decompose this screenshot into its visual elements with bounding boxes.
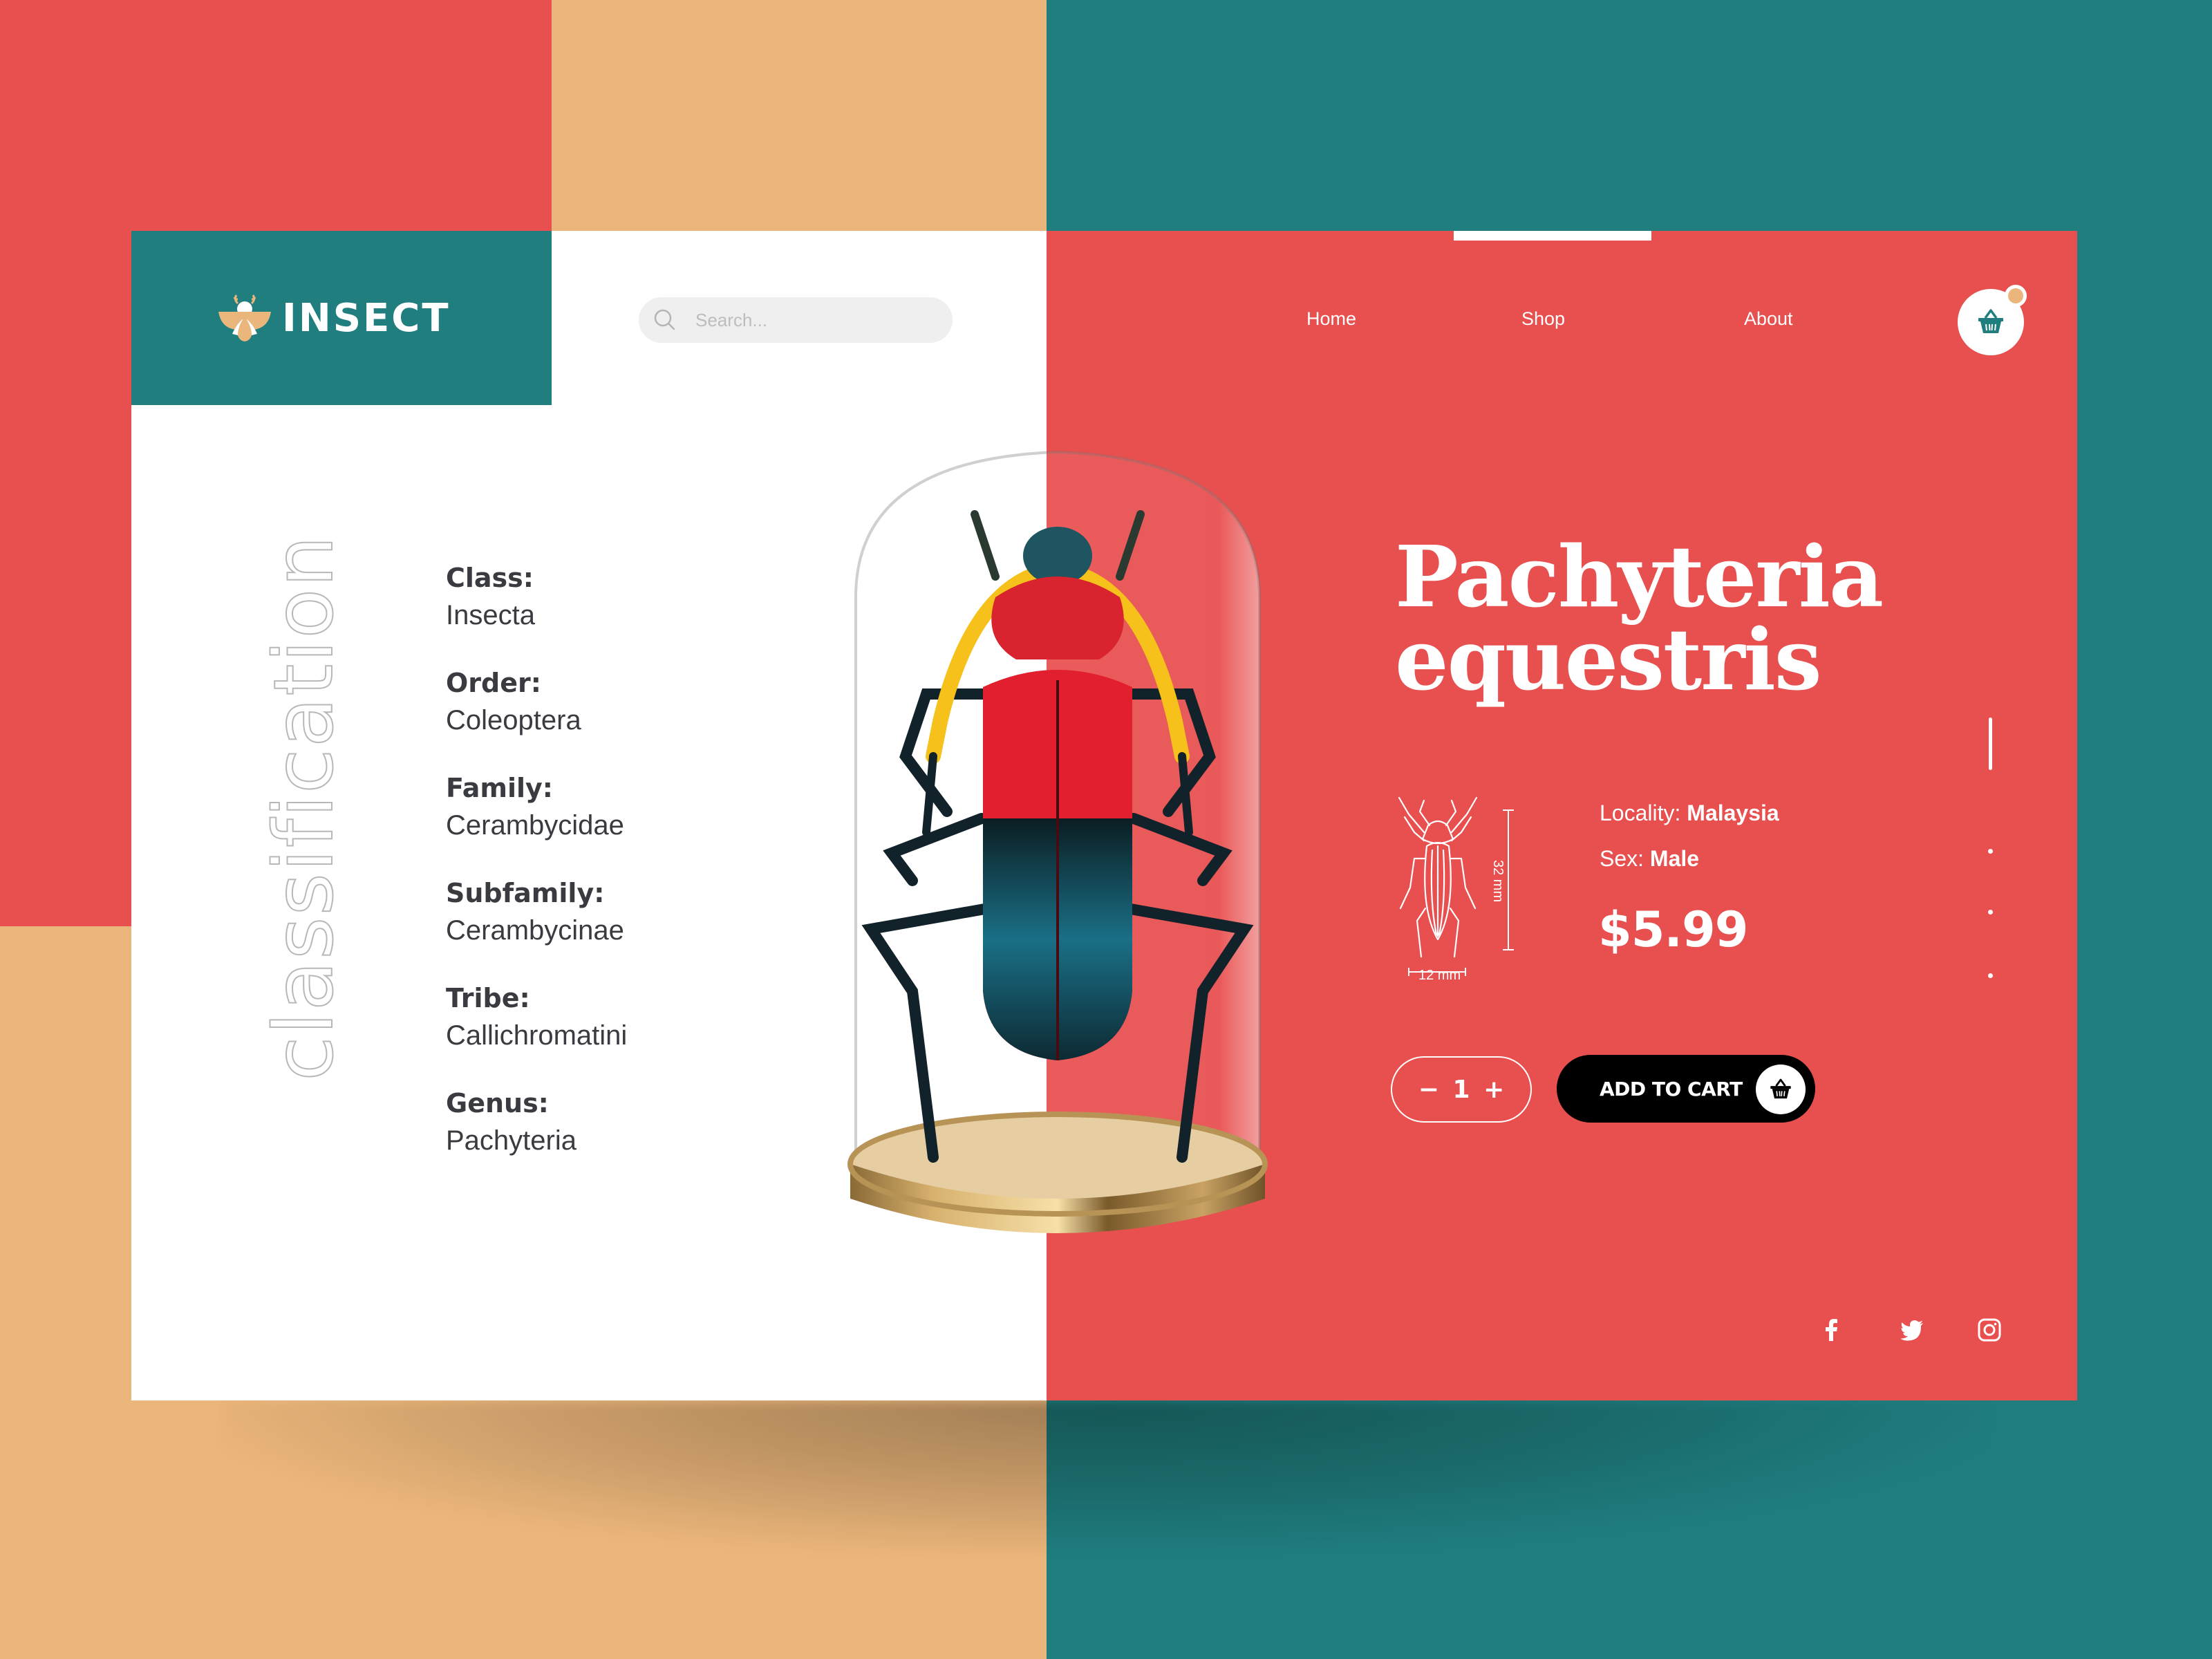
locality: Locality: Malaysia: [1600, 800, 1779, 826]
slide-indicator[interactable]: [1988, 973, 1993, 978]
basket-icon: [1756, 1065, 1806, 1114]
active-nav-indicator: [1454, 231, 1651, 241]
bee-icon: [218, 294, 271, 341]
classification-value: Cerambycinae: [446, 915, 624, 946]
product-card: INSECT Home Shop About classification: [131, 231, 2077, 1400]
product-title-line2: equestris: [1395, 610, 1822, 709]
sex-label: Sex:: [1600, 846, 1644, 871]
search-input[interactable]: [695, 309, 930, 331]
facebook-icon: [1826, 1319, 1837, 1341]
classification-value: Coleoptera: [446, 705, 581, 735]
price: $5.99: [1598, 901, 1748, 958]
classification-item: Order: Coleoptera: [446, 665, 627, 740]
logo[interactable]: INSECT: [131, 231, 552, 405]
instagram-icon: [1978, 1318, 2001, 1342]
locality-value: Malaysia: [1687, 800, 1779, 825]
beetle-outline-icon: [1421, 820, 1454, 845]
brand-name: INSECT: [282, 295, 451, 341]
search-bar[interactable]: [639, 297, 953, 343]
product-title-line1: Pachyteria: [1395, 527, 1884, 626]
search-icon: [654, 309, 675, 330]
slide-indicator[interactable]: [1988, 849, 1993, 854]
sex: Sex: Male: [1600, 846, 1699, 872]
classification-label: Subfamily:: [446, 878, 605, 908]
twitter-link[interactable]: [1898, 1316, 1926, 1344]
instagram-link[interactable]: [1976, 1316, 2003, 1344]
classification-item: Genus: Pachyteria: [446, 1085, 627, 1160]
slide-indicator-active[interactable]: [1989, 718, 1992, 770]
card-shadow: [221, 1400, 1991, 1553]
classification-value: Pachyteria: [446, 1125, 577, 1156]
add-to-cart-button[interactable]: ADD TO CART: [1557, 1055, 1815, 1123]
width-label: 12 mm: [1418, 968, 1461, 983]
quantity-value[interactable]: 1: [1452, 1076, 1470, 1104]
quantity-increase-button[interactable]: +: [1483, 1076, 1504, 1104]
classification-heading: classification: [255, 534, 352, 1082]
cart-badge: [2005, 285, 2027, 307]
classification-value: Callichromatini: [446, 1020, 628, 1051]
classification-label: Genus:: [446, 1088, 549, 1118]
classification-label: Order:: [446, 668, 541, 698]
classification-value: Insecta: [446, 600, 535, 630]
slide-indicator[interactable]: [1988, 910, 1993, 915]
quantity-stepper: − 1 +: [1391, 1056, 1532, 1123]
classification-item: Family: Cerambycidae: [446, 770, 627, 845]
beetle-dimensions-diagram: [1398, 796, 1514, 976]
classification-item: Class: Insecta: [446, 560, 627, 635]
classification-label: Family:: [446, 773, 553, 803]
classification-list: Class: Insecta Order: Coleoptera Family:…: [446, 560, 627, 1190]
classification-item: Tribe: Callichromatini: [446, 980, 627, 1055]
classification-label: Class:: [446, 563, 534, 593]
basket-icon: [1978, 309, 2003, 333]
classification-label: Tribe:: [446, 983, 530, 1013]
twitter-icon: [1900, 1320, 1923, 1341]
nav-home[interactable]: Home: [1306, 308, 1356, 330]
product-title: Pachyteria equestris: [1395, 527, 1884, 709]
add-to-cart-label: ADD TO CART: [1600, 1077, 1743, 1100]
classification-item: Subfamily: Cerambycinae: [446, 875, 627, 950]
sex-value: Male: [1649, 846, 1700, 871]
quantity-decrease-button[interactable]: −: [1418, 1076, 1439, 1104]
main-nav: Home Shop About: [1047, 231, 2077, 341]
length-label: 32 mm: [1490, 860, 1506, 903]
facebook-link[interactable]: [1818, 1316, 1846, 1344]
classification-value: Cerambycidae: [446, 810, 624, 841]
beetle-bell-jar-image: [847, 450, 1268, 1233]
nav-shop[interactable]: Shop: [1521, 308, 1565, 330]
nav-about[interactable]: About: [1744, 308, 1793, 330]
locality-label: Locality:: [1600, 800, 1681, 825]
